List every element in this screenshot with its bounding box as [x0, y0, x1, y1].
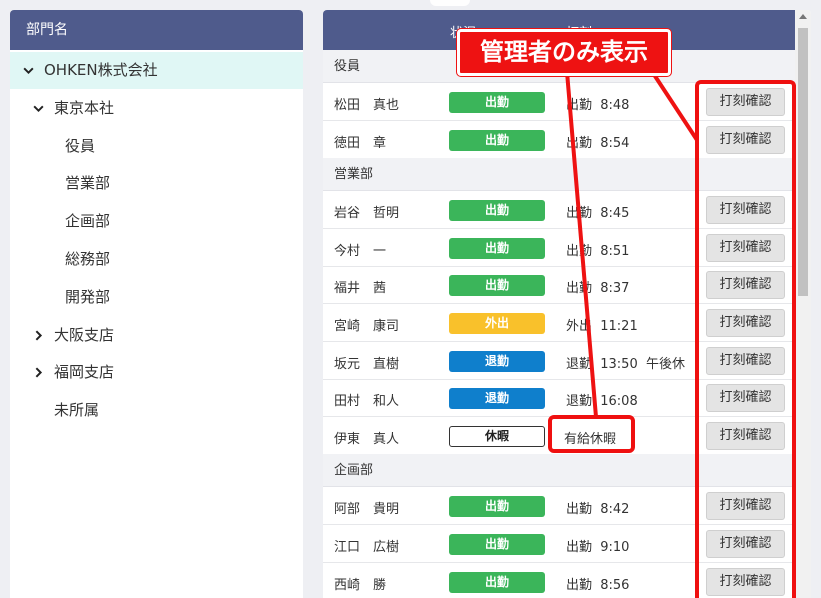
employee-name: 宮崎 康司	[334, 319, 400, 334]
confirm-column-highlight-box	[695, 80, 796, 598]
tree-item-label: 営業部	[65, 174, 111, 193]
status-badge: 出勤	[449, 200, 545, 222]
employee-name: 阿部 貴明	[334, 502, 400, 518]
tree-item-label: 大阪支店	[54, 325, 115, 344]
chevron-down-icon[interactable]	[30, 90, 46, 127]
tree-item[interactable]: 東京本社	[10, 90, 303, 127]
status-badge: 出勤	[449, 534, 545, 555]
tree-item[interactable]: 総務部	[10, 241, 303, 278]
status-badge: 出勤	[449, 275, 545, 297]
tree-item[interactable]: 開発部	[10, 279, 303, 316]
status-badge: 出勤	[449, 237, 545, 259]
status-badge: 休暇	[449, 425, 545, 447]
stamp-value: 出勤 9:10	[566, 540, 630, 555]
leave-highlight-box	[548, 415, 635, 453]
stamp-value: 退勤 16:08	[566, 394, 638, 410]
status-badge: 出勤	[449, 571, 545, 593]
admin-only-callout: 管理者のみ表示	[457, 29, 671, 76]
tree-item[interactable]: 未所属	[10, 392, 303, 429]
employee-name: 徳田 章	[334, 135, 387, 151]
scroll-thumb[interactable]	[798, 28, 808, 296]
chevron-down-icon[interactable]	[20, 52, 36, 89]
scroll-up-icon[interactable]	[799, 14, 807, 19]
employee-name: 福井 茜	[334, 281, 387, 297]
tree-item-label: 開発部	[65, 287, 111, 306]
stamp-value: 外出 11:21	[566, 319, 638, 334]
tree-item[interactable]: OHKEN株式会社	[10, 52, 303, 89]
stamp-value: 出勤 8:48	[566, 98, 630, 113]
employee-name: 田村 和人	[334, 394, 400, 410]
employee-name: 坂元 直樹	[334, 356, 400, 372]
employee-name: 西崎 勝	[334, 577, 387, 593]
chevron-right-icon[interactable]	[30, 354, 46, 391]
tree-item[interactable]: 営業部	[10, 165, 303, 202]
tree-item-label: 役員	[65, 136, 96, 155]
stamp-value: 出勤 8:37	[566, 281, 630, 297]
status-badge: 退勤	[449, 350, 545, 372]
tree-item[interactable]: 福岡支店	[10, 354, 303, 391]
chevron-right-icon[interactable]	[30, 317, 46, 354]
department-panel: 部門名 OHKEN株式会社東京本社役員営業部企画部総務部開発部大阪支店福岡支店未…	[10, 10, 303, 598]
status-badge: 退勤	[449, 388, 545, 410]
tree-item[interactable]: 大阪支店	[10, 317, 303, 354]
top-decoration	[430, 0, 470, 6]
employee-name: 松田 真也	[334, 98, 400, 113]
employee-name: 今村 一	[334, 243, 387, 259]
stamp-value: 退勤 13:50 午後休	[566, 356, 685, 372]
status-badge: 出勤	[449, 496, 545, 518]
employee-name: 江口 広樹	[334, 540, 400, 555]
tree-item[interactable]: 企画部	[10, 203, 303, 240]
stamp-value: 出勤 8:51	[566, 243, 630, 259]
employee-name: 岩谷 哲明	[334, 206, 400, 222]
tree-item-label: 企画部	[65, 212, 111, 231]
tree-item-label: 総務部	[65, 250, 111, 268]
tree-item[interactable]: 役員	[10, 128, 303, 165]
status-badge: 出勤	[449, 129, 545, 151]
tree-item-label: 東京本社	[54, 98, 115, 117]
tree-item-label: 未所属	[54, 401, 100, 420]
scrollbar[interactable]	[795, 10, 811, 598]
tree-item-label: OHKEN株式会社	[44, 61, 158, 79]
stamp-value: 出勤 8:42	[566, 502, 630, 518]
stamp-value: 出勤 8:54	[566, 135, 630, 151]
tree-item-label: 福岡支店	[54, 363, 115, 382]
stamp-value: 出勤 8:56	[566, 577, 630, 593]
status-badge: 出勤	[449, 92, 545, 113]
department-header: 部門名	[10, 10, 303, 50]
employee-name: 伊東 真人	[334, 431, 400, 447]
stamp-value: 出勤 8:45	[566, 206, 630, 222]
status-badge: 外出	[449, 313, 545, 334]
